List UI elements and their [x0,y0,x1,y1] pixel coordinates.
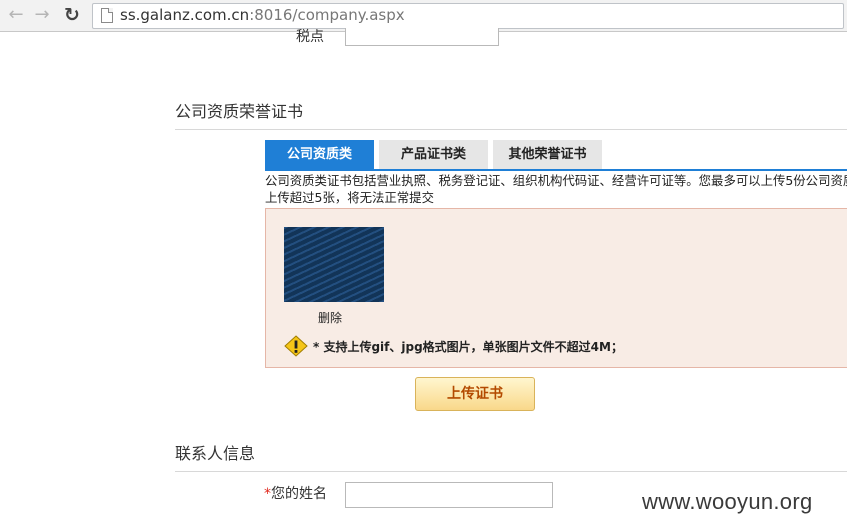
tab-product-certificates[interactable]: 产品证书类 [379,140,488,169]
description-line: 上传超过5张，将无法正常提交 [265,190,434,205]
certificates-section-title: 公司资质荣誉证书 [175,102,304,121]
required-mark: * [264,486,271,502]
watermark: www.wooyun.org [642,489,813,514]
url-host: ss.galanz.com.cn [120,6,250,24]
url-path: :8016/company.aspx [249,6,405,24]
contact-section-title: 联系人信息 [175,444,256,463]
warning-icon [284,335,308,357]
divider [175,129,847,130]
certificates-description: 公司资质类证书包括营业执照、税务登记证、组织机构代码证、经营许可证等。您最多可以… [265,172,847,206]
name-label: *您的姓名 [264,483,327,503]
divider [175,471,847,472]
certificate-thumbnail[interactable] [284,227,384,302]
forward-arrow-icon[interactable]: → [32,4,52,26]
tax-point-input[interactable] [345,28,499,46]
tax-point-label: 税点 [296,29,324,45]
upload-area: 删除 * 支持上传gif、jpg格式图片，单张图片文件不超过4M； [265,208,847,368]
address-bar[interactable]: ss.galanz.com.cn:8016/company.aspx [92,3,844,29]
back-arrow-icon[interactable]: ← [6,4,26,26]
delete-link[interactable]: 删除 [318,309,342,326]
name-label-text: 您的姓名 [271,486,327,502]
tab-company-qualification[interactable]: 公司资质类 [265,140,374,169]
page-icon [101,8,113,23]
tab-underline [265,169,847,171]
reload-icon[interactable]: ↻ [62,4,82,26]
url-text: ss.galanz.com.cn:8016/company.aspx [120,6,405,24]
name-input[interactable] [345,482,553,508]
upload-certificate-button[interactable]: 上传证书 [415,377,535,411]
tab-other-honors[interactable]: 其他荣誉证书 [493,140,602,169]
description-line: 公司资质类证书包括营业执照、税务登记证、组织机构代码证、经营许可证等。您最多可以… [265,173,847,188]
upload-format-note: * 支持上传gif、jpg格式图片，单张图片文件不超过4M； [313,340,623,354]
